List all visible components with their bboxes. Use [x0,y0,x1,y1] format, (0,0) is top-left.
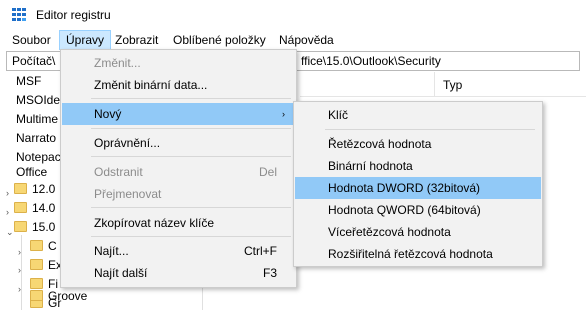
new-submenu: Klíč Řetězcová hodnota Binární hodnota H… [293,101,543,267]
folder-icon [14,202,27,213]
menu-item-new[interactable]: Nový › [62,103,295,125]
expand-icon[interactable]: › [18,247,21,257]
submenu-item-expandable-string-value[interactable]: Rozšiřitelná řetězcová hodnota [295,243,541,265]
submenu-item-qword-value[interactable]: Hodnota QWORD (64bitová) [295,199,541,221]
edit-menu: Změnit... Změnit binární data... Nový › O… [60,49,297,288]
folder-icon [30,259,43,270]
expand-icon[interactable]: › [18,265,21,275]
menu-item-copy-key-name[interactable]: Zkopírovat název klíče [62,212,295,234]
tree-item[interactable]: 14.0 [14,199,55,218]
title-bar: Editor registru [0,0,586,30]
menu-separator [91,236,291,237]
menu-item-change[interactable]: Změnit... [62,52,295,74]
column-divider[interactable] [434,72,435,96]
menu-item-find[interactable]: Najít... Ctrl+F [62,240,295,262]
menu-zobrazit[interactable]: Zobrazit [109,30,164,50]
submenu-item-dword-value[interactable]: Hodnota DWORD (32bitová) [295,177,541,199]
tree-item[interactable]: Ex [30,256,62,275]
menu-item-find-next[interactable]: Najít další F3 [62,262,295,284]
expand-icon[interactable]: › [18,284,21,294]
menu-upravy[interactable]: Úpravy [59,30,112,50]
collapse-icon[interactable]: ⌄ [6,227,14,238]
column-header-type[interactable]: Typ [443,78,462,92]
submenu-item-key[interactable]: Klíč [295,104,541,126]
folder-icon [30,290,43,301]
submenu-item-multi-string-value[interactable]: Víceřetězcová hodnota [295,221,541,243]
folder-icon [14,183,27,194]
tree-item[interactable]: Narrato [16,129,56,148]
values-list-header: Typ [300,72,586,97]
tree-item-groove[interactable]: Groove [30,287,87,306]
folder-icon [14,221,27,232]
submenu-item-binary-value[interactable]: Binární hodnota [295,155,541,177]
menu-separator [91,98,291,99]
tree-item[interactable]: MSF [16,72,41,91]
expand-icon[interactable]: › [6,207,9,217]
menu-item-delete[interactable]: Odstranit Del [62,161,295,183]
menu-separator [325,129,535,130]
menu-bar: Soubor Úpravy Zobrazit Oblíbené položky … [0,30,586,50]
registry-editor-icon [12,8,28,22]
tree-item[interactable]: C [30,237,57,256]
menu-napoveda[interactable]: Nápověda [273,30,340,50]
tree-item[interactable]: Multime [16,110,58,129]
menu-separator [91,128,291,129]
menu-oblibene-polozky[interactable]: Oblíbené položky [167,30,272,50]
menu-separator [91,156,291,157]
tree-item[interactable]: 12.0 [14,180,55,199]
submenu-item-string-value[interactable]: Řetězcová hodnota [295,133,541,155]
window-title: Editor registru [36,8,111,22]
tree-guide-line [21,235,22,310]
folder-icon [30,240,43,251]
menu-item-change-binary[interactable]: Změnit binární data... [62,74,295,96]
menu-separator [91,207,291,208]
menu-item-permissions[interactable]: Oprávnění... [62,132,295,154]
menu-item-rename[interactable]: Přejmenovat [62,183,295,205]
submenu-arrow-icon: › [282,109,285,119]
expand-icon[interactable]: › [6,188,9,198]
address-path-start: Počítač\ [12,54,56,68]
address-path-end: ffice\15.0\Outlook\Security [301,54,441,68]
tree-item[interactable]: MSOIde [16,91,60,110]
menu-soubor[interactable]: Soubor [6,30,57,50]
